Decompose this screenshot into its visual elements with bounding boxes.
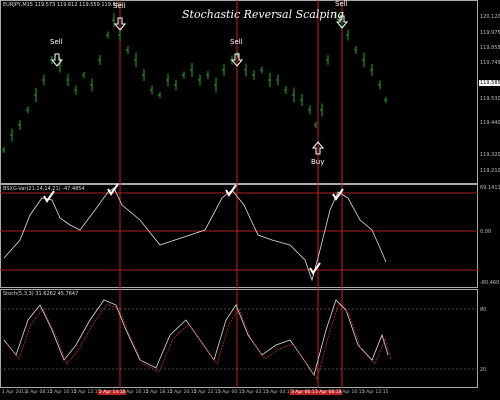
chart-title: Stochastic Reversal Scalping [182, 8, 345, 21]
time-axis-label: 2 Apr 16:15 [122, 390, 149, 395]
buy-signal-label: Buy [311, 158, 325, 166]
time-axis: 1 Apr 2013 2 Apr 08:15 2 Apr 10:15 2 Apr 12… [0, 388, 500, 400]
price-axis-label: 119.855 [480, 45, 500, 51]
price-axis-label: 119.530 [480, 96, 500, 102]
sell-signal-label: Sell [335, 0, 348, 8]
time-axis-label: 2 Apr 18:15 [146, 390, 173, 395]
time-axis-label: 1 Apr 2013 [2, 390, 27, 395]
time-axis-label: 3 Apr 02:15 [242, 390, 269, 395]
time-axis-label: 2 Apr 20:15 [170, 390, 197, 395]
price-axis-label: 119.210 [480, 168, 500, 174]
sell-signal-label: Sell [50, 38, 63, 46]
price-axis-label: 119.320 [480, 152, 500, 158]
time-axis-label: 2 Apr 22:15 [194, 390, 221, 395]
bsi-axis-label: 0.00 [480, 229, 492, 235]
bsi-line [3, 187, 387, 282]
stoch-axis-label: 20 [480, 367, 487, 373]
time-axis-label: 3 Apr 04:15 [266, 390, 293, 395]
stoch-axis-label: 80 [480, 307, 487, 313]
price-axis-label: 119.975 [480, 30, 500, 36]
sell-signal-label: Sell [113, 2, 126, 10]
time-axis-label: 2 Apr 08:15 [26, 390, 53, 395]
price-axis-label: 119.585 [479, 80, 500, 86]
price-axis-label: 119.440 [480, 120, 500, 126]
time-axis-label: 3 Apr 12:15 [362, 390, 389, 395]
chart-canvas[interactable] [0, 0, 478, 388]
time-axis-label: 3 Apr 10:15 [338, 390, 365, 395]
time-axis-label: 3 Apr 00:15 [218, 390, 245, 395]
price-axis-label: 120.120 [480, 14, 500, 20]
price-axis-label: 119.745 [480, 60, 500, 66]
bsi-axis-label: -80.4603 [480, 280, 500, 286]
stoch-signal-line [6, 303, 392, 380]
price-axis: 120.120 119.975 119.855 119.745 119.585 119.5… [478, 0, 500, 388]
bsi-axis-label: 69.1411 [480, 185, 500, 191]
sell-signal-label: Sell [230, 38, 243, 46]
stoch-main-line [3, 299, 389, 376]
time-axis-label: 2 Apr 10:15 [50, 390, 77, 395]
time-axis-label: 2 Apr 12:15 [74, 390, 101, 395]
